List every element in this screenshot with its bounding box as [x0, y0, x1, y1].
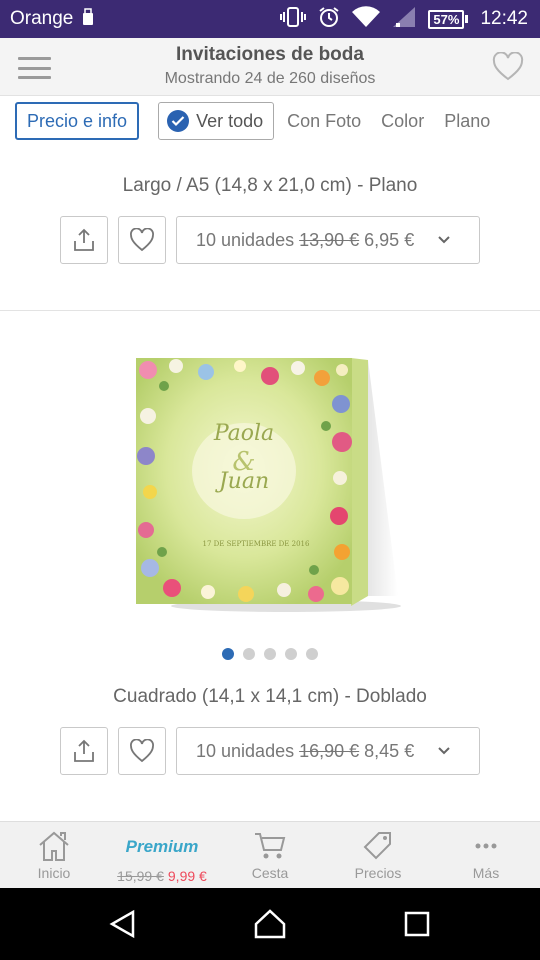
card-name-1: Paola — [213, 421, 274, 446]
favorite-button[interactable] — [118, 216, 166, 264]
chevron-down-icon — [437, 743, 451, 764]
card-name-2: Juan — [215, 469, 269, 494]
view-all-label: Ver todo — [196, 110, 264, 131]
tab-mas[interactable]: Más — [432, 822, 540, 888]
product-size-title: Cuadrado (14,1 x 14,1 cm) - Doblado — [113, 686, 427, 707]
tab-label: Cesta — [251, 865, 289, 881]
filter-plano[interactable]: Plano — [444, 111, 490, 132]
back-icon[interactable] — [93, 899, 153, 949]
clock: 12:42 — [480, 8, 528, 29]
tab-precios[interactable]: Precios — [324, 822, 432, 888]
share-button[interactable] — [60, 216, 108, 264]
carousel-dot[interactable] — [264, 648, 276, 660]
share-icon — [74, 739, 94, 762]
quantity-label: 10 unidades — [196, 229, 295, 250]
filter-bar: Precio e info Ver todo Con Foto Color Pl… — [0, 96, 540, 146]
filter-color[interactable]: Color — [381, 111, 424, 132]
old-price: 13,90 € — [299, 229, 360, 250]
results-count: Mostrando 24 de 260 diseños — [164, 70, 376, 87]
premium-new-price: 9,99 € — [167, 868, 207, 884]
view-all-toggle[interactable]: Ver todo — [158, 102, 275, 140]
premium-old-price: 15,99 € — [117, 868, 164, 884]
quantity-price-select[interactable]: 10 unidades 13,90 € 6,95 € — [176, 216, 480, 264]
home-icon — [39, 831, 69, 861]
more-dots-icon — [475, 843, 497, 849]
system-nav-bar — [0, 888, 540, 960]
page-title: Invitaciones de boda — [176, 44, 364, 65]
quantity-price-select[interactable]: 10 unidades 16,90 € 8,45 € — [176, 727, 480, 775]
app-header: Invitaciones de boda Mostrando 24 de 260… — [0, 38, 540, 96]
premium-label: Premium — [125, 837, 199, 856]
quantity-label: 10 unidades — [196, 740, 295, 761]
chevron-down-icon — [437, 232, 451, 253]
tab-inicio[interactable]: Inicio — [0, 822, 108, 888]
price-info-button[interactable]: Precio e info — [15, 102, 140, 140]
filter-con-foto[interactable]: Con Foto — [287, 111, 361, 132]
premium-price: 15,99 €9,99 € — [117, 868, 207, 884]
battery-level: 57% — [428, 9, 465, 29]
tab-cesta[interactable]: Cesta — [216, 822, 324, 888]
wifi-icon — [352, 5, 381, 33]
product-size-title: Largo / A5 (14,8 x 21,0 cm) - Plano — [122, 175, 418, 196]
recents-icon[interactable] — [387, 899, 447, 949]
invitation-card-image[interactable]: Paola & Juan 17 DE SEPTIEMBRE DE 2016 — [136, 356, 406, 616]
new-price: 8,45 € — [364, 740, 415, 761]
price-tag-icon — [363, 832, 391, 860]
tab-label: Inicio — [37, 865, 71, 881]
bottom-tab-bar: Inicio Premium 15,99 €9,99 € Cesta Preci… — [0, 821, 540, 888]
share-icon — [74, 228, 94, 251]
favorite-button[interactable] — [118, 727, 166, 775]
usb-icon — [81, 7, 95, 31]
cart-icon — [255, 833, 286, 859]
product-actions: 10 unidades 13,90 € 6,95 € — [60, 216, 480, 264]
carousel-dot[interactable] — [306, 648, 318, 660]
heart-icon — [130, 739, 154, 763]
old-price: 16,90 € — [299, 740, 360, 761]
favorites-heart-icon[interactable] — [492, 51, 524, 82]
card-date: 17 DE SEPTIEMBRE DE 2016 — [203, 540, 310, 548]
share-button[interactable] — [60, 727, 108, 775]
home-nav-icon[interactable] — [240, 899, 300, 949]
alarm-icon — [318, 6, 340, 33]
carrier-name: Orange — [10, 8, 74, 29]
new-price: 6,95 € — [364, 229, 415, 250]
vibrate-icon — [280, 6, 307, 33]
tab-premium[interactable]: Premium 15,99 €9,99 € — [108, 822, 216, 888]
signal-icon — [392, 6, 416, 33]
check-icon — [167, 110, 190, 132]
carousel-dot[interactable] — [243, 648, 255, 660]
status-bar: Orange 57% 12:42 — [0, 0, 540, 38]
heart-icon — [130, 228, 154, 252]
divider — [0, 310, 540, 311]
product-actions: 10 unidades 16,90 € 8,45 € — [60, 727, 480, 775]
carousel-dot[interactable] — [285, 648, 297, 660]
battery-icon: 57% — [428, 9, 469, 29]
carousel-dot[interactable] — [222, 648, 234, 660]
carousel-dots — [0, 648, 540, 660]
tab-label: Precios — [354, 865, 402, 881]
tab-label: Más — [472, 865, 500, 881]
